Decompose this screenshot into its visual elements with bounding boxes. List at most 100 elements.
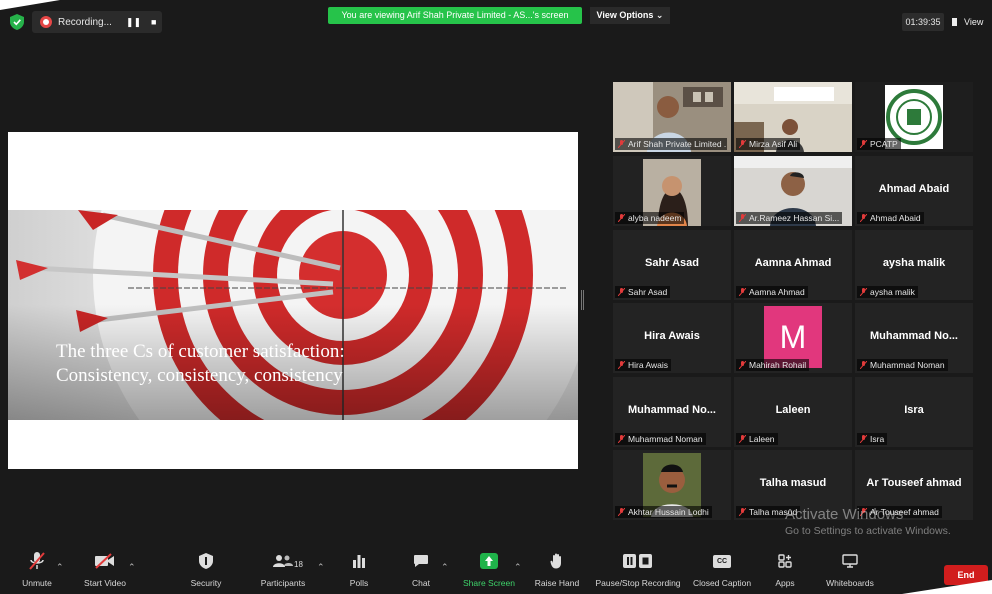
polls-label: Polls — [349, 578, 369, 588]
muted-mic-icon — [860, 214, 867, 222]
participant-tile[interactable]: Sahr Asad Sahr Asad — [613, 230, 731, 300]
participant-tile[interactable]: alyba nadeem — [613, 156, 731, 226]
participant-display-name: Laleen — [775, 404, 811, 416]
muted-microphone-icon — [29, 552, 45, 570]
chat-chevron-icon[interactable]: ⌃ — [441, 562, 449, 573]
participant-display-name: Aamna Ahmad — [754, 257, 832, 269]
video-off-icon — [95, 553, 114, 569]
participant-tile[interactable]: Arif Shah Private Limited ... — [613, 82, 731, 152]
participants-icon — [273, 555, 293, 567]
raise-hand-button[interactable]: Raise Hand — [532, 548, 582, 594]
meeting-toolbar: Unmute ⌃ Start Video ⌃ Security Particip… — [0, 548, 992, 594]
participant-name: Akhtar Hussain Lodhi — [628, 507, 709, 517]
image-overlay — [8, 210, 578, 420]
security-label: Security — [190, 578, 222, 588]
unmute-label: Unmute — [22, 578, 52, 588]
grid-view-icon — [952, 18, 960, 26]
activate-windows-title: Activate Windows — [785, 506, 904, 523]
panel-resize-handle[interactable] — [581, 290, 584, 310]
security-button[interactable]: Security — [186, 548, 226, 594]
corner-artifact — [902, 580, 992, 594]
apps-button[interactable]: Apps — [770, 548, 800, 594]
shield-icon[interactable] — [10, 14, 24, 30]
slide-title-line2: Consistency, consistency, consistency — [56, 365, 343, 386]
participants-button[interactable]: Participants — [256, 548, 310, 594]
pause-stop-recording-button[interactable]: Pause/Stop Recording — [594, 548, 682, 594]
muted-mic-icon — [739, 435, 746, 443]
security-shield-icon — [199, 553, 213, 569]
participant-name-label: Aamna Ahmad — [736, 286, 808, 298]
chat-icon — [414, 555, 428, 567]
muted-mic-icon — [739, 288, 746, 296]
pause-recording-button[interactable]: ❚❚ — [126, 17, 141, 28]
participant-name-label: Muhammad Noman — [857, 359, 948, 371]
participant-name-label: aysha malik — [857, 286, 918, 298]
participant-display-name: Sahr Asad — [644, 257, 699, 269]
participant-display-name: Hira Awais — [644, 330, 700, 342]
participant-tile[interactable]: aysha malik aysha malik — [855, 230, 973, 300]
participant-name-label: Mahirah Rohail — [736, 359, 810, 371]
participant-tile[interactable]: Ar.Rameez Hassan Si... — [734, 156, 852, 226]
participant-tile[interactable]: Muhammad No... Muhammad Noman — [613, 377, 731, 447]
muted-mic-icon — [618, 508, 625, 516]
participant-name-label: alyba nadeem — [615, 212, 685, 224]
share-screen-icon — [480, 553, 498, 569]
muted-mic-icon — [618, 288, 625, 296]
pause-stop-icon — [623, 554, 652, 568]
participant-name: Muhammad Noman — [870, 360, 945, 370]
participant-tile[interactable]: Akhtar Hussain Lodhi — [613, 450, 731, 520]
participant-tile[interactable]: Ahmad Abaid Ahmad Abaid — [855, 156, 973, 226]
view-options-button[interactable]: View Options ⌄ — [590, 7, 670, 24]
muted-mic-icon — [739, 140, 746, 148]
participant-tile[interactable]: Muhammad No... Muhammad Noman — [855, 303, 973, 373]
polls-button[interactable]: Polls — [343, 548, 375, 594]
participant-name: Muhammad Noman — [628, 434, 703, 444]
participant-tile[interactable]: M Mahirah Rohail — [734, 303, 852, 373]
participant-tile[interactable]: PCATP — [855, 82, 973, 152]
participant-name: Aamna Ahmad — [749, 287, 805, 297]
slide-headline: The three Cs of customer satisfaction: C… — [56, 340, 476, 388]
screen-share-banner: You are viewing Arif Shah Private Limite… — [328, 7, 582, 24]
view-button[interactable]: View — [952, 13, 983, 31]
participants-chevron-icon[interactable]: ⌃ — [317, 562, 325, 573]
participant-name: Sahr Asad — [628, 287, 668, 297]
whiteboards-label: Whiteboards — [826, 578, 874, 588]
whiteboard-icon — [842, 554, 858, 568]
chat-button[interactable]: Chat — [405, 548, 437, 594]
record-icon — [40, 16, 52, 28]
participant-display-name: Muhammad No... — [869, 330, 958, 342]
participant-tile[interactable]: Mirza Asif Ali — [734, 82, 852, 152]
video-options-chevron-icon[interactable]: ⌃ — [128, 562, 136, 573]
participant-tile[interactable]: Laleen Laleen — [734, 377, 852, 447]
stop-recording-button[interactable]: ■ — [151, 17, 156, 27]
participant-display-name: Isra — [904, 404, 924, 416]
muted-mic-icon — [739, 214, 746, 222]
participant-name: Isra — [870, 434, 885, 444]
participant-tile[interactable]: Isra Isra — [855, 377, 973, 447]
closed-caption-icon: CC — [713, 554, 731, 568]
share-chevron-icon[interactable]: ⌃ — [514, 562, 522, 573]
participant-tile[interactable]: Aamna Ahmad Aamna Ahmad — [734, 230, 852, 300]
participants-label: Participants — [260, 578, 306, 588]
whiteboards-button[interactable]: Whiteboards — [822, 548, 878, 594]
slide-title-line1: The three Cs of customer satisfaction: — [56, 341, 345, 362]
muted-mic-icon — [860, 288, 867, 296]
participant-tile[interactable]: Hira Awais Hira Awais — [613, 303, 731, 373]
participant-name: alyba nadeem — [628, 213, 682, 223]
participant-name: aysha malik — [870, 287, 915, 297]
unmute-button[interactable]: Unmute — [18, 548, 56, 594]
share-screen-button[interactable]: Share Screen — [460, 548, 518, 594]
participant-name: Ahmad Abaid — [870, 213, 921, 223]
closed-caption-label: Closed Caption — [692, 578, 752, 588]
start-video-button[interactable]: Start Video — [80, 548, 130, 594]
closed-caption-button[interactable]: CC Closed Caption — [691, 548, 753, 594]
participant-name-label: PCATP — [857, 138, 901, 150]
participant-name: Arif Shah Private Limited ... — [628, 139, 727, 149]
participant-display-name: Ahmad Abaid — [878, 183, 950, 195]
raise-hand-label: Raise Hand — [534, 578, 580, 588]
pause-stop-recording-label: Pause/Stop Recording — [595, 578, 681, 588]
corner-artifact — [0, 0, 60, 10]
recording-indicator: Recording... ❚❚ ■ — [32, 11, 162, 33]
raise-hand-icon — [550, 553, 561, 569]
audio-options-chevron-icon[interactable]: ⌃ — [56, 562, 64, 573]
